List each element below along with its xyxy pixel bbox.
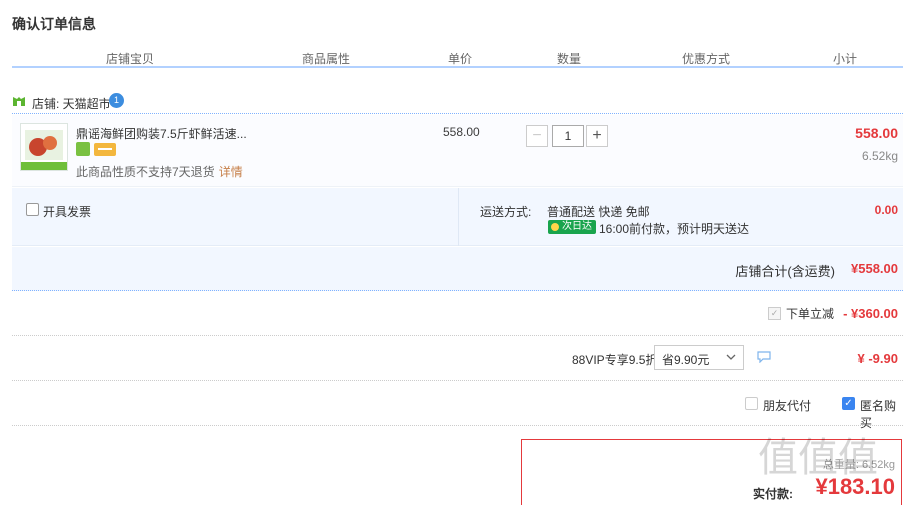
col-subtotal: 小计 (833, 52, 858, 66)
card-payment-icon (94, 143, 116, 156)
shop-total-label: 店铺合计(含运费) (735, 264, 835, 279)
shipping-method: 普通配送 快递 免邮 (547, 205, 650, 219)
col-quantity: 数量 (557, 52, 582, 66)
col-unit-price: 单价 (448, 52, 473, 66)
product-thumbnail[interactable] (20, 123, 68, 171)
page-title: 确认订单信息 (12, 16, 96, 32)
next-day-badge: 次日达 (548, 220, 596, 234)
vip-label: 88VIP专享9.5折 (572, 353, 658, 367)
item-subtotal: 558.00 (855, 125, 898, 141)
shop-row: 店铺: 天猫超市 1 (12, 92, 903, 114)
chevron-down-icon (726, 354, 736, 360)
quantity-input[interactable]: 1 (552, 125, 584, 147)
unit-price: 558.00 (443, 125, 480, 139)
comment-icon[interactable] (757, 351, 771, 363)
details-link[interactable]: 详情 (219, 165, 243, 179)
instant-discount-checkbox: ✓ (768, 307, 781, 320)
shop-link[interactable]: 店铺: 天猫超市 (32, 95, 111, 112)
col-discount-method: 优惠方式 (682, 52, 731, 66)
payment-options-row: 朋友代付 ✓ 匿名购买 (12, 382, 903, 430)
shipping-fee: 0.00 (874, 203, 898, 217)
shop-total-row: 店铺合计(含运费) ¥558.00 (12, 247, 903, 291)
anonymous-purchase-checkbox[interactable]: ✓ (842, 397, 855, 410)
service-badge-icon (76, 142, 90, 156)
watermark-logo: 值值值 (758, 436, 878, 480)
invoice-label[interactable]: 开具发票 (43, 203, 91, 220)
column-headers: 店铺宝贝 商品属性 单价 数量 优惠方式 小计 (12, 44, 903, 68)
shipping-row: 开具发票 运送方式: 普通配送 快递 免邮 次日达 16:00前付款，预计明天送… (12, 188, 903, 246)
cart-item-row: 鼎谣海鲜团购装7.5斤虾鲜活速... 此商品性质不支持7天退货 详情 558.00… (12, 115, 903, 187)
instant-discount-label: 下单立减 (786, 307, 835, 321)
delivery-note: 16:00前付款，预计明天送达 (599, 222, 750, 236)
invoice-checkbox[interactable] (26, 203, 39, 216)
quantity-increase-button[interactable]: + (586, 125, 608, 147)
vip-discount-select[interactable]: 省9.90元 (654, 345, 744, 370)
item-weight: 6.52kg (861, 149, 898, 163)
quantity-decrease-button[interactable]: − (526, 125, 548, 147)
instant-discount-value: - ¥360.00 (843, 306, 898, 321)
vip-select-value: 省9.90元 (662, 353, 710, 367)
friend-pay-label[interactable]: 朋友代付 (763, 397, 811, 414)
total-label: 实付款: (753, 487, 793, 501)
shipping-method-label: 运送方式: (480, 205, 532, 219)
product-title-link[interactable]: 鼎谣海鲜团购装7.5斤虾鲜活速... (76, 125, 247, 142)
chat-wangwang-icon[interactable]: 1 (109, 93, 124, 108)
friend-pay-checkbox[interactable] (745, 397, 758, 410)
vip-discount-row: 88VIP专享9.5折 省9.90元 ¥ -9.90 (12, 337, 903, 381)
instant-discount-row: ✓ 下单立减 - ¥360.00 (12, 292, 903, 336)
vip-discount-value: ¥ -9.90 (857, 351, 898, 366)
shop-icon (12, 95, 26, 110)
return-policy-note: 此商品性质不支持7天退货 详情 (76, 163, 243, 180)
shop-total-value: ¥558.00 (851, 261, 898, 276)
divider (458, 188, 459, 246)
col-attributes: 商品属性 (302, 52, 351, 66)
return-policy-text: 此商品性质不支持7天退货 (76, 165, 215, 179)
col-store-item: 店铺宝贝 (106, 52, 155, 66)
